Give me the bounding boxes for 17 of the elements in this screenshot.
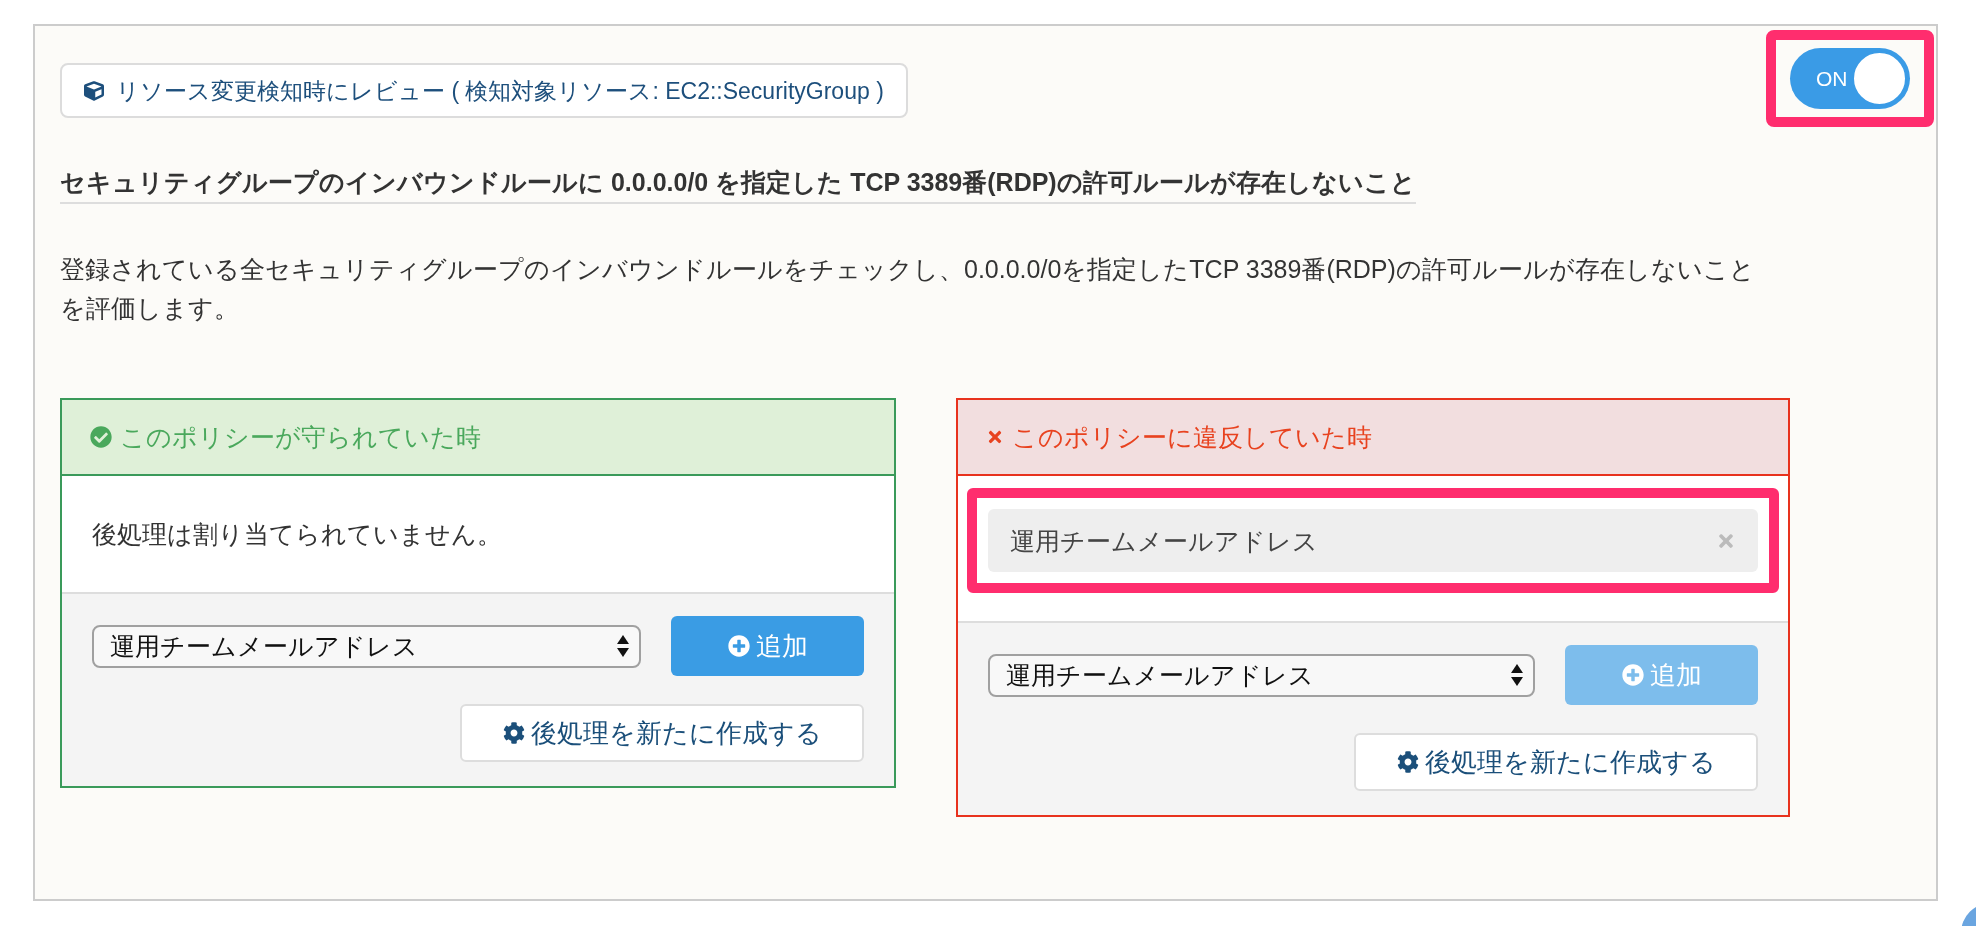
trigger-label: リソース変更検知時にレビュー ( 検知対象リソース: EC2::SecurityGroup ) [116, 76, 884, 106]
policy-description: 登録されている全セキュリティグループのインバウンドルールをチェックし、0.0.0.0/0を指定したTCP 3389番(RDP)の許可ルールが存在しないことを評価します。 [60, 254, 1756, 324]
action-label: 運用チームメールアドレス [1010, 525, 1318, 557]
panel-title: このポリシーに違反していた時 [1012, 422, 1372, 453]
updown-arrows-icon [1511, 664, 1523, 686]
gear-icon [1396, 751, 1419, 773]
create-action-button[interactable]: 後処理を新たに作成する [1354, 733, 1758, 791]
gear-icon [502, 722, 525, 744]
create-action-button[interactable]: 後処理を新たに作成する [460, 704, 864, 762]
updown-arrows-icon [617, 635, 629, 657]
dropdown-select[interactable]: 運用チームメールアドレス [92, 624, 641, 668]
cube-icon [84, 80, 104, 101]
empty-message: 後処理は割り当てられていません。 [91, 519, 503, 550]
policy-title: セキュリティグループのインバウンドルールに 0.0.0.0/0 を指定した TCP 3389番(RDP)の許可ルールが存在しないこと [60, 166, 1416, 204]
cross-icon [986, 428, 1004, 446]
dropdown-select[interactable]: 運用チームメールアドレス [988, 653, 1535, 697]
panel-title: このポリシーが守られていた時 [120, 422, 481, 453]
